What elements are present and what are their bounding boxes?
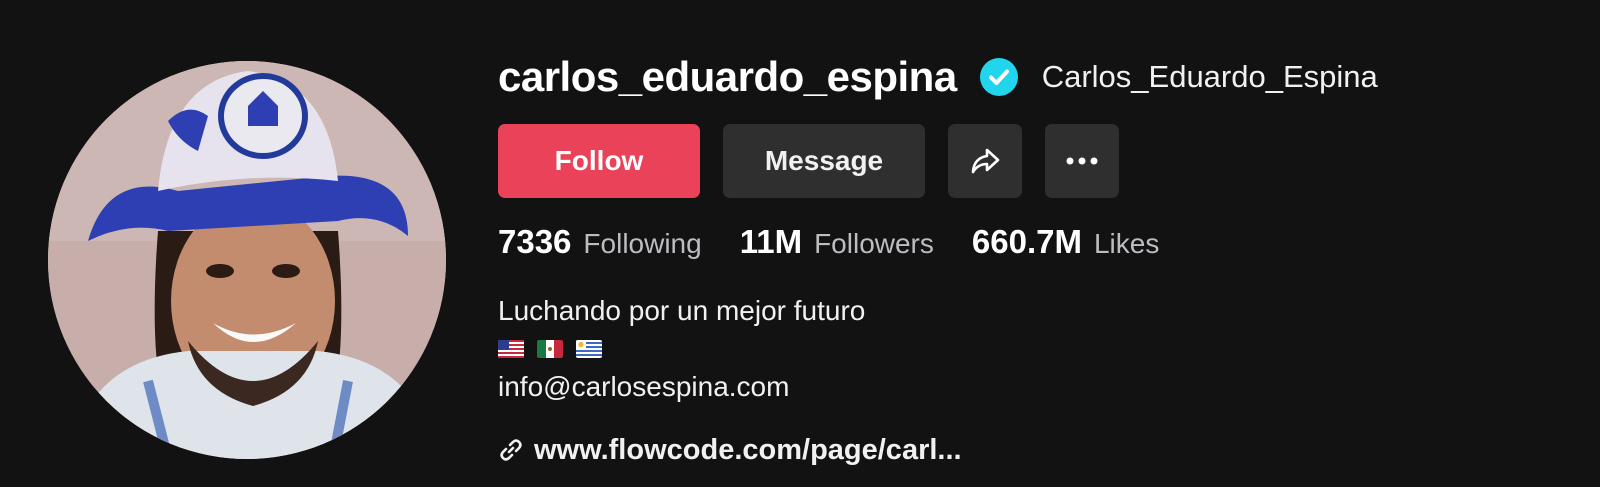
bio-flags	[498, 330, 1558, 368]
followers-stat[interactable]: 11M Followers	[740, 223, 934, 261]
us-flag-icon	[498, 340, 524, 358]
more-dots-icon	[1066, 157, 1098, 165]
username: carlos_eduardo_espina	[498, 53, 957, 100]
action-buttons: Follow Message	[498, 124, 1558, 198]
message-button[interactable]: Message	[723, 124, 925, 198]
share-arrow-icon	[971, 148, 1000, 174]
following-label: Following	[583, 228, 702, 259]
profile-info: carlos_eduardo_espina Carlos_Eduardo_Esp…	[498, 48, 1558, 472]
link-url[interactable]: www.flowcode.com/page/carl...	[534, 434, 962, 467]
bio: Luchando por un mejor futuro info@carlos…	[498, 292, 1558, 406]
uruguay-flag-icon	[576, 340, 602, 358]
avatar-photo	[48, 61, 446, 459]
share-button[interactable]	[948, 124, 1022, 198]
likes-stat: 660.7M Likes	[972, 223, 1159, 261]
mexico-flag-icon	[537, 340, 563, 358]
followers-label: Followers	[814, 228, 934, 259]
profile-link[interactable]: www.flowcode.com/page/carl...	[498, 428, 1558, 472]
more-button[interactable]	[1045, 124, 1119, 198]
bio-line: Luchando por un mejor futuro	[498, 295, 866, 326]
stats-row: 7336 Following 11M Followers 660.7M Like…	[498, 223, 1558, 267]
profile-page: carlos_eduardo_espina Carlos_Eduardo_Esp…	[0, 0, 1600, 487]
likes-label: Likes	[1093, 228, 1160, 259]
follow-button[interactable]: Follow	[498, 124, 700, 198]
followers-count: 11M	[739, 223, 803, 260]
nickname: Carlos_Eduardo_Espina	[1041, 59, 1378, 94]
likes-count: 660.7M	[971, 223, 1082, 260]
avatar[interactable]	[48, 61, 446, 459]
following-count: 7336	[498, 223, 572, 260]
following-stat[interactable]: 7336 Following	[498, 223, 702, 261]
bio-email: info@carlosespina.com	[498, 371, 790, 402]
link-icon	[500, 439, 522, 461]
title-row: carlos_eduardo_espina Carlos_Eduardo_Esp…	[498, 48, 1558, 106]
verified-badge-icon	[979, 58, 1018, 96]
